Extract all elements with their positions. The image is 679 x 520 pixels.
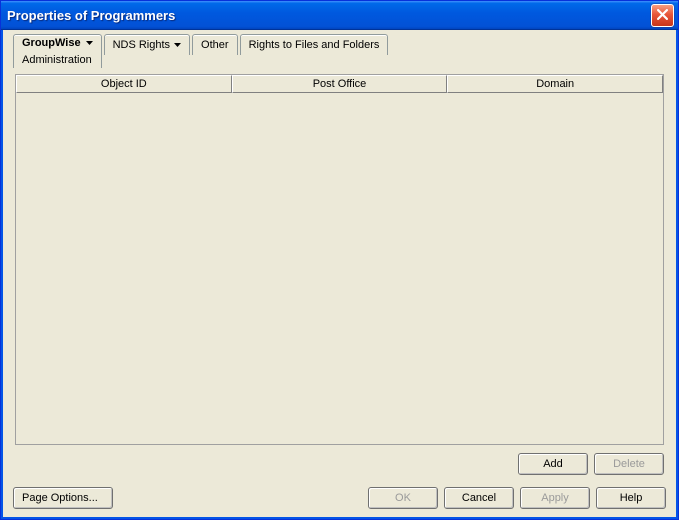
delete-button: Delete bbox=[594, 453, 664, 475]
properties-dialog: Properties of Programmers GroupWise Admi… bbox=[0, 0, 679, 520]
tab-nds-rights[interactable]: NDS Rights bbox=[104, 34, 190, 55]
table-header: Object ID Post Office Domain bbox=[16, 75, 663, 93]
dialog-button-bar: Page Options... OK Cancel Apply Help bbox=[7, 485, 672, 513]
ok-button: OK bbox=[368, 487, 438, 509]
titlebar: Properties of Programmers bbox=[1, 1, 678, 30]
client-area: GroupWise Administration NDS Rights Othe… bbox=[1, 30, 678, 519]
row-action-bar: Add Delete bbox=[15, 445, 664, 481]
tab-label: Other bbox=[201, 39, 229, 51]
close-button[interactable] bbox=[651, 4, 674, 27]
chevron-down-icon bbox=[86, 41, 93, 45]
window-title: Properties of Programmers bbox=[7, 8, 651, 23]
tab-label: GroupWise bbox=[22, 37, 81, 49]
close-icon bbox=[657, 8, 668, 23]
page-options-button[interactable]: Page Options... bbox=[13, 487, 113, 509]
column-header-post-office[interactable]: Post Office bbox=[232, 75, 448, 93]
tab-panel: Object ID Post Office Domain Add Delete bbox=[7, 68, 672, 485]
column-header-domain[interactable]: Domain bbox=[447, 75, 663, 93]
tab-sublabel: Administration bbox=[22, 53, 92, 66]
cancel-button[interactable]: Cancel bbox=[444, 487, 514, 509]
object-table: Object ID Post Office Domain bbox=[15, 74, 664, 445]
column-header-object-id[interactable]: Object ID bbox=[16, 75, 232, 93]
tab-groupwise[interactable]: GroupWise Administration bbox=[13, 34, 102, 68]
table-body[interactable] bbox=[16, 93, 663, 444]
help-button[interactable]: Help bbox=[596, 487, 666, 509]
tab-row: GroupWise Administration NDS Rights Othe… bbox=[7, 34, 672, 68]
tab-label: NDS Rights bbox=[113, 39, 170, 51]
tab-other[interactable]: Other bbox=[192, 34, 238, 55]
tab-label: Rights to Files and Folders bbox=[249, 39, 380, 51]
apply-button: Apply bbox=[520, 487, 590, 509]
tab-rights-files-folders[interactable]: Rights to Files and Folders bbox=[240, 34, 389, 55]
chevron-down-icon bbox=[174, 43, 181, 47]
add-button[interactable]: Add bbox=[518, 453, 588, 475]
